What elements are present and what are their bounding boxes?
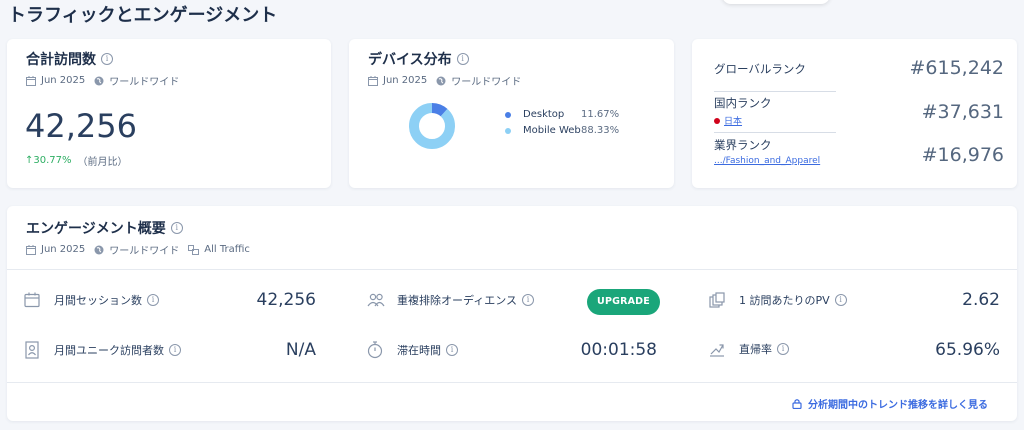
- total-visits-value: 42,256: [25, 107, 137, 145]
- industry-rank-row: 業界ランク .../Fashion_and_Apparel #16,976: [714, 137, 1004, 173]
- bounce-arrow-icon: [710, 344, 724, 357]
- legend-value: 11.67%: [581, 109, 620, 120]
- pages-per-visit-metric: 1 訪問あたりのPV i: [709, 292, 847, 308]
- engagement-title-text: エンゲージメント概要: [26, 221, 166, 237]
- monthly-sessions-label: 月間セッション数 i: [54, 292, 159, 308]
- page-title: トラフィックとエンゲージメント: [8, 5, 278, 26]
- stopwatch-icon: [367, 341, 383, 359]
- legend-value: 88.33%: [581, 125, 620, 136]
- device-donut-chart: [409, 103, 455, 149]
- unique-visitors-value: N/A: [285, 340, 316, 360]
- pages-per-visit-label: 1 訪問あたりのPV i: [739, 292, 847, 308]
- engagement-card: エンゲージメント概要 i Jun 2025 ワールドワイド All Traffi…: [7, 206, 1017, 421]
- total-visits-title-text: 合計訪問数: [26, 52, 96, 68]
- info-icon[interactable]: i: [834, 294, 847, 306]
- engagement-footer-divider: [7, 382, 1017, 383]
- info-icon[interactable]: i: [446, 344, 458, 356]
- duration-value: 00:01:58: [580, 340, 657, 360]
- unique-visitors-label: 月間ユニーク訪問者数 i: [54, 342, 181, 358]
- dedup-audience-label: 重複排除オーディエンス i: [397, 292, 535, 308]
- globe-icon: [436, 76, 446, 85]
- date-label: Jun 2025: [41, 244, 86, 255]
- audience-icon: [367, 293, 385, 307]
- duration-metric: 滞在時間 i: [367, 341, 458, 359]
- device-distribution-card: デバイス分布 i Jun 2025 ワールドワイド Desktop 11.67% M…: [349, 39, 674, 188]
- info-icon[interactable]: i: [169, 344, 181, 356]
- info-icon[interactable]: i: [101, 53, 113, 65]
- country-rank-row: 国内ランク 日本 #37,631: [714, 95, 1004, 131]
- top-search-pill[interactable]: [722, 0, 830, 4]
- engagement-header-divider: [7, 269, 1017, 270]
- upgrade-button[interactable]: UPGRADE: [587, 289, 660, 315]
- trend-details-link[interactable]: 分析期間中のトレンド推移を詳しく見る: [792, 396, 988, 411]
- region-label: ワールドワイド: [451, 77, 522, 88]
- japan-flag-icon: [714, 117, 720, 124]
- pages-per-visit-label-text: 1 訪問あたりのPV: [739, 294, 830, 307]
- bounce-rate-metric: 直帰率 i: [709, 341, 789, 357]
- pages-icon: [709, 292, 725, 308]
- device-title-text: デバイス分布: [368, 52, 452, 68]
- bounce-rate-label: 直帰率 i: [739, 341, 789, 357]
- lock-icon: [792, 399, 802, 409]
- device-legend: Desktop 11.67% Mobile Web 88.33%: [505, 109, 619, 141]
- industry-rank-value: #16,976: [921, 144, 1004, 166]
- monthly-sessions-metric: 月間セッション数 i: [24, 292, 159, 308]
- legend-item-mobile-web: Mobile Web 88.33%: [505, 125, 619, 136]
- change-note: （前月比）: [77, 157, 128, 168]
- info-icon[interactable]: i: [147, 294, 159, 306]
- legend-name: Mobile Web: [523, 125, 581, 136]
- rank-divider: [714, 91, 836, 92]
- info-icon[interactable]: i: [522, 294, 535, 306]
- legend-dot: [505, 127, 511, 134]
- dedup-audience-label-text: 重複排除オーディエンス: [397, 294, 518, 307]
- unique-visitors-metric: 月間ユニーク訪問者数 i: [24, 341, 181, 359]
- ranks-card: グローバルランク #615,242 国内ランク 日本 #37,631 業界ランク…: [692, 39, 1017, 188]
- device-title: デバイス分布 i: [368, 49, 521, 69]
- bounce-rate-value: 65.96%: [935, 340, 1000, 360]
- info-icon[interactable]: i: [777, 343, 789, 355]
- global-rank-row: グローバルランク #615,242: [714, 57, 1005, 85]
- date-label: Jun 2025: [41, 75, 86, 86]
- calendar-icon: [26, 75, 36, 86]
- engagement-meta: Jun 2025 ワールドワイド All Traffic: [26, 242, 250, 257]
- unique-visitors-label-text: 月間ユニーク訪問者数: [54, 344, 164, 357]
- pages-per-visit-value: 2.62: [962, 290, 1000, 310]
- legend-item-desktop: Desktop 11.67%: [505, 109, 619, 120]
- change-percent: ↑30.77%: [25, 155, 72, 166]
- trend-details-link-text[interactable]: 分析期間中のトレンド推移を詳しく見る: [808, 396, 988, 411]
- donut-slice-mobile-web[interactable]: [409, 103, 455, 149]
- traffic-label: All Traffic: [204, 244, 250, 255]
- date-label: Jun 2025: [383, 75, 428, 86]
- calendar-icon: [368, 75, 378, 86]
- bounce-rate-label-text: 直帰率: [739, 343, 772, 356]
- region-label: ワールドワイド: [109, 246, 180, 257]
- rank-divider: [714, 132, 836, 133]
- dedup-audience-metric: 重複排除オーディエンス i: [367, 292, 535, 308]
- country-name[interactable]: 日本: [724, 114, 742, 127]
- globe-icon: [94, 76, 104, 85]
- calendar-icon: [24, 292, 40, 308]
- total-visits-change: ↑30.77% （前月比）: [25, 153, 128, 168]
- info-icon[interactable]: i: [170, 222, 183, 234]
- monthly-sessions-label-text: 月間セッション数: [54, 294, 142, 307]
- total-visits-meta: Jun 2025 ワールドワイド: [26, 73, 179, 88]
- globe-icon: [94, 245, 104, 254]
- region-label: ワールドワイド: [109, 77, 180, 88]
- duration-label: 滞在時間 i: [397, 342, 458, 358]
- global-rank-value: #615,242: [909, 57, 1005, 79]
- info-icon[interactable]: i: [456, 53, 469, 65]
- calendar-icon: [26, 244, 36, 255]
- country-rank-value: #37,631: [921, 101, 1004, 123]
- traffic-source-icon: [188, 244, 200, 255]
- legend-name: Desktop: [523, 109, 565, 120]
- engagement-title: エンゲージメント概要 i: [26, 218, 250, 238]
- legend-dot: [505, 111, 511, 118]
- total-visits-card: 合計訪問数 i Jun 2025 ワールドワイド 42,256 ↑30.77% …: [7, 39, 331, 188]
- duration-label-text: 滞在時間: [397, 344, 441, 357]
- monthly-sessions-value: 42,256: [256, 290, 316, 310]
- total-visits-title: 合計訪問数 i: [26, 49, 179, 69]
- person-card-icon: [25, 341, 39, 359]
- device-meta: Jun 2025 ワールドワイド: [368, 73, 521, 88]
